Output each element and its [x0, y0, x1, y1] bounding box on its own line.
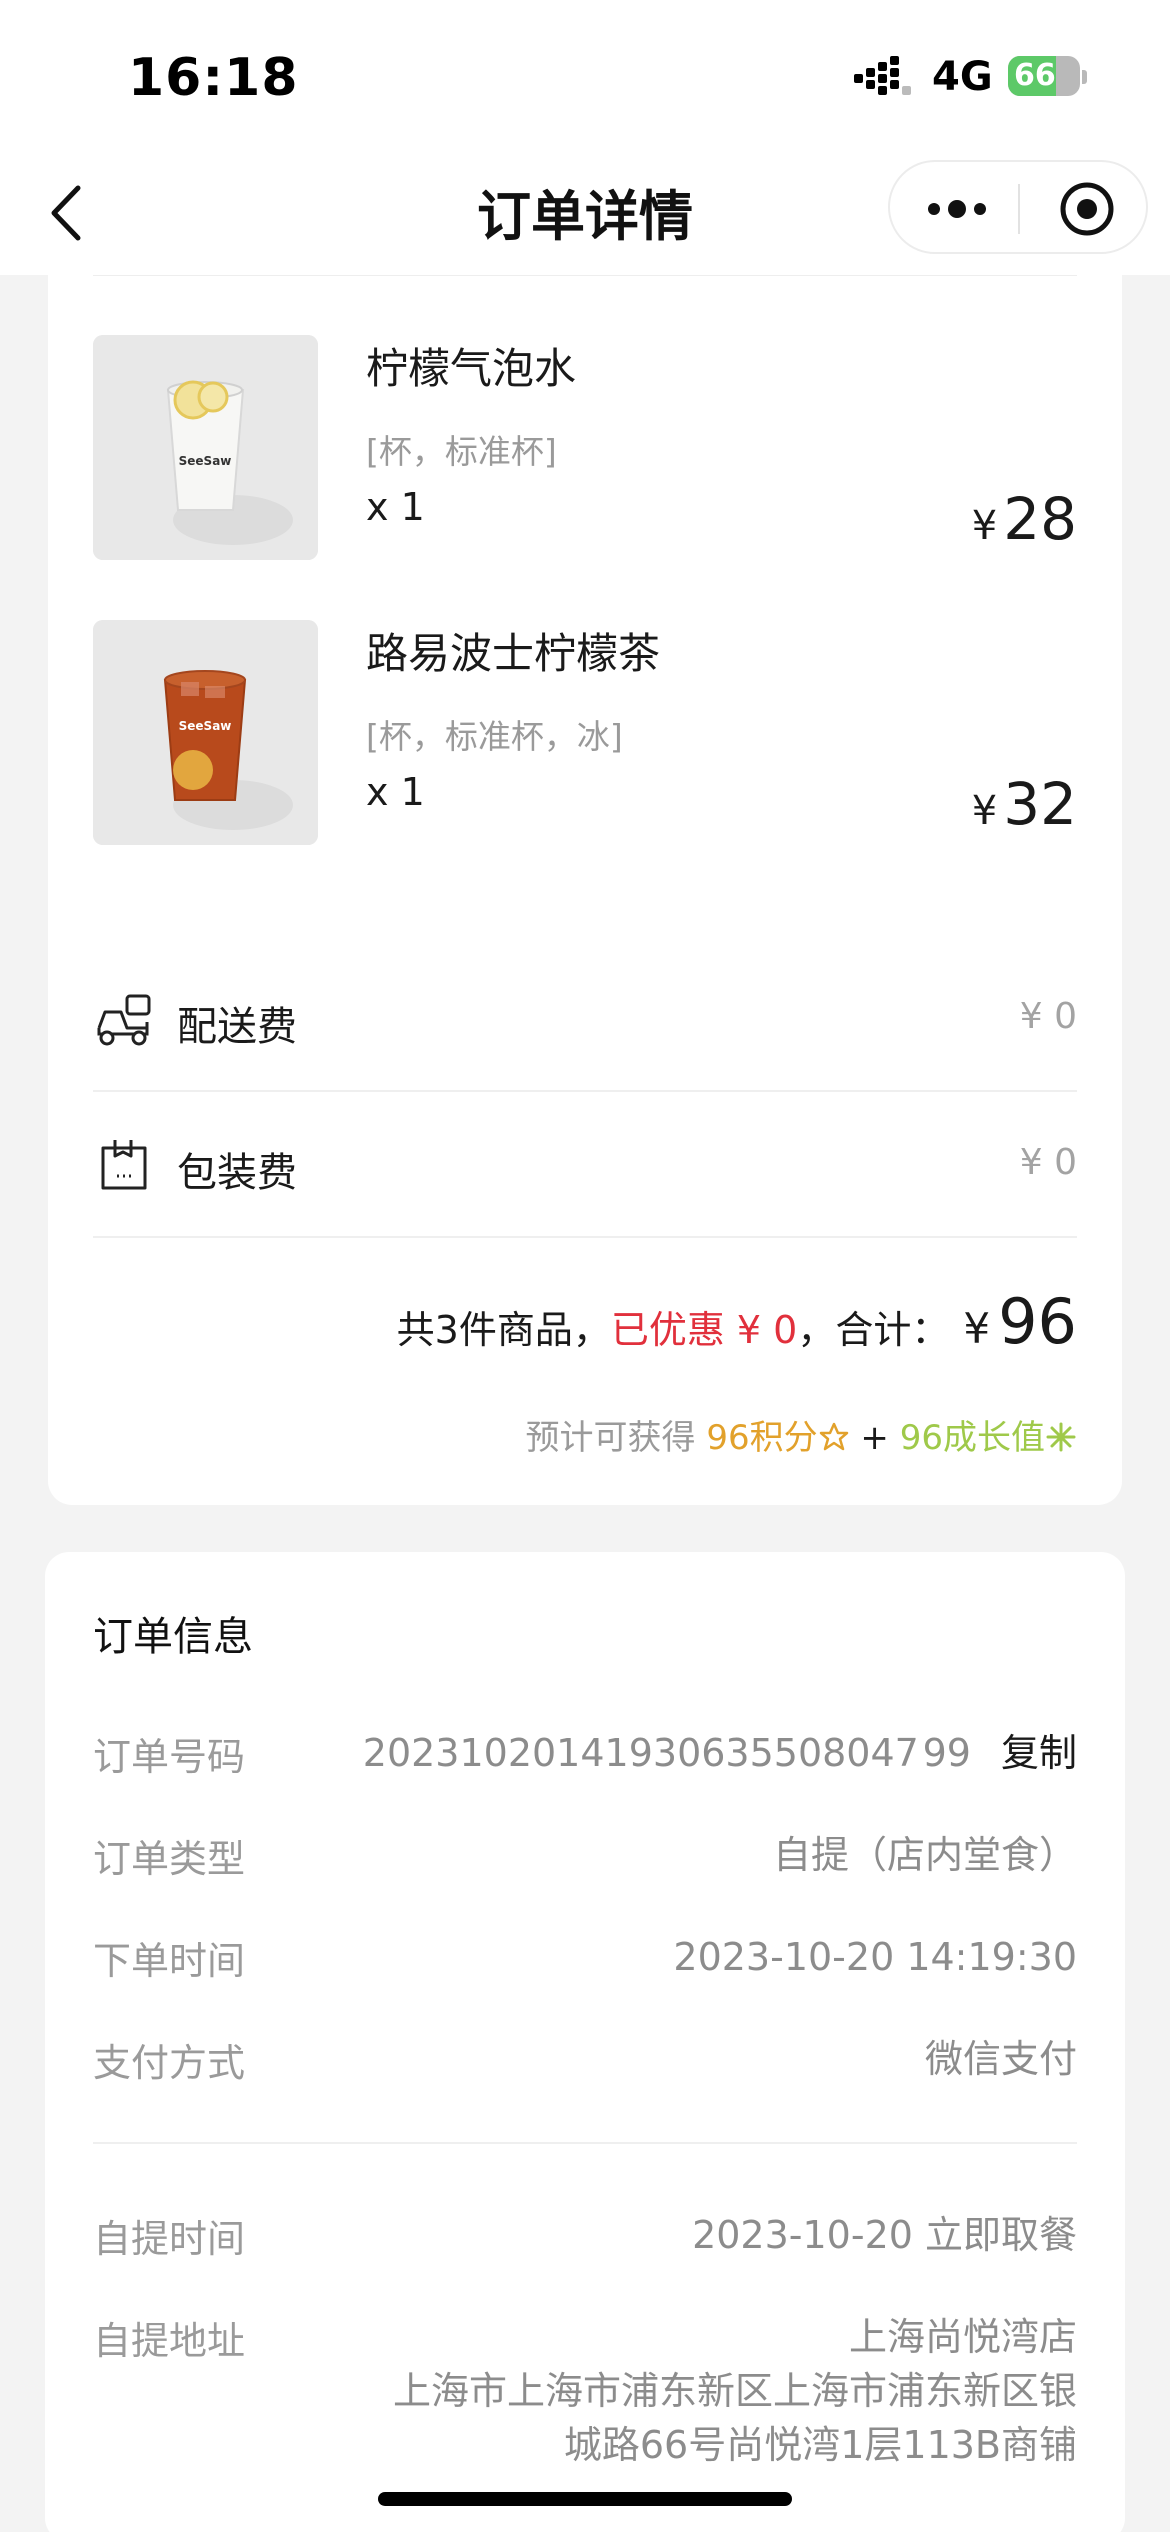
product-spec: [杯，标准杯] — [366, 432, 557, 471]
order-time-value: 2023-10-20 14:19:30 — [673, 1935, 1077, 1979]
payment-method-label: 支付方式 — [93, 2041, 246, 2085]
product-spec: [杯，标准杯，冰] — [366, 717, 623, 756]
total-currency: ¥ — [963, 1304, 991, 1353]
order-type-value: 自提（店内堂食） — [772, 1833, 1077, 1877]
cellular-signal-icon — [854, 56, 911, 95]
mini-program-capsule — [888, 160, 1148, 254]
copy-button[interactable]: 复制 — [1001, 1731, 1077, 1775]
product-price: ¥32 — [972, 770, 1077, 838]
section-title: 订单信息 — [93, 1614, 253, 1660]
battery-icon: 66 — [1008, 56, 1080, 96]
home-indicator[interactable] — [378, 2492, 792, 2506]
battery-tip — [1082, 70, 1087, 84]
status-time: 16:18 — [128, 48, 299, 108]
total-label: ，合计： — [797, 1308, 950, 1352]
order-time-row: 下单时间 2023-10-20 14:19:30 — [93, 1930, 1077, 1990]
close-target-icon[interactable] — [1058, 180, 1116, 238]
top-divider — [93, 275, 1077, 276]
growth-sparkle-icon — [1046, 1422, 1076, 1452]
packaging-fee-row: 包装费 ¥ 0 — [93, 1092, 1077, 1238]
order-total-line: 共3件商品，已优惠 ¥ 0，合计： ¥96 — [397, 1285, 1077, 1358]
pickup-address-row: 自提地址 上海尚悦湾店 上海市上海市浦东新区上海市浦东新区银 城路66号尚悦湾1… — [93, 2310, 1077, 2480]
order-number-value: 20231020141930635508047 99 复制 — [363, 1726, 1077, 1780]
product-image: SeeSaw — [93, 620, 318, 845]
price-value: 28 — [1003, 485, 1077, 553]
order-type-row: 订单类型 自提（店内堂食） — [93, 1828, 1077, 1888]
svg-text:SeeSaw: SeeSaw — [179, 454, 232, 468]
growth-value: 96成长值 — [899, 1418, 1045, 1458]
price-value: 32 — [1003, 770, 1077, 838]
discount-amount: 已优惠 ¥ 0 — [610, 1308, 798, 1352]
plus-sign: + — [849, 1418, 900, 1458]
payment-method-value: 微信支付 — [924, 2037, 1077, 2081]
order-info-card: 订单信息 订单号码 20231020141930635508047 99 复制 订… — [45, 1552, 1125, 2532]
product-name: 柠檬气泡水 — [366, 344, 577, 393]
order-items-card: SeeSaw 柠檬气泡水 [杯，标准杯] x 1 ¥28 SeeSaw 路易波士… — [48, 275, 1122, 1505]
payment-method-row: 支付方式 微信支付 — [93, 2032, 1077, 2092]
svg-text:SeeSaw: SeeSaw — [179, 719, 232, 733]
order-type-label: 订单类型 — [93, 1837, 246, 1881]
order-number: 20231020141930635508047 99 — [362, 1731, 971, 1775]
fee-label: 包装费 — [177, 1150, 297, 1196]
status-bar: 16:18 4G 66 — [0, 0, 1170, 150]
fee-value: ¥ 0 — [1019, 996, 1077, 1037]
navigation-bar: 订单详情 — [0, 150, 1170, 275]
product-price: ¥28 — [972, 485, 1077, 553]
pickup-time-row: 自提时间 2023-10-20 立即取餐 — [93, 2208, 1077, 2268]
order-time-label: 下单时间 — [93, 1939, 246, 1983]
pickup-time-label: 自提时间 — [93, 2217, 246, 2261]
fee-value: ¥ 0 — [1019, 1142, 1077, 1183]
product-quantity: x 1 — [366, 770, 425, 814]
item-count: 共3件商品， — [396, 1308, 611, 1352]
points-star-icon — [819, 1422, 848, 1451]
points-value: 96积分 — [706, 1418, 818, 1458]
currency-symbol: ¥ — [971, 503, 998, 549]
pickup-address-value: 上海尚悦湾店 上海市上海市浦东新区上海市浦东新区银 城路66号尚悦湾1层113B… — [393, 2310, 1077, 2472]
currency-symbol: ¥ — [971, 788, 998, 834]
capsule-divider — [1018, 184, 1020, 234]
product-image: SeeSaw — [93, 335, 318, 560]
total-amount: 96 — [998, 1285, 1077, 1358]
store-name: 上海尚悦湾店 — [848, 2315, 1077, 2359]
order-number-label: 订单号码 — [93, 1735, 246, 1779]
pickup-time-value: 2023-10-20 立即取餐 — [692, 2213, 1077, 2257]
order-number-row: 订单号码 20231020141930635508047 99 复制 — [93, 1726, 1077, 1786]
delivery-fee-row: 配送费 ¥ 0 — [93, 946, 1077, 1092]
product-quantity: x 1 — [366, 485, 425, 529]
network-type: 4G — [932, 54, 993, 100]
section-divider — [93, 2142, 1077, 2144]
address-line: 城路66号尚悦湾1层113B商铺 — [563, 2423, 1077, 2467]
delivery-scooter-icon — [97, 994, 151, 1046]
fee-label: 配送费 — [177, 1004, 297, 1050]
product-item[interactable]: SeeSaw 柠檬气泡水 [杯，标准杯] x 1 ¥28 — [93, 335, 1077, 565]
rewards-prefix: 预计可获得 — [525, 1418, 707, 1458]
fee-divider — [93, 1236, 1077, 1238]
product-name: 路易波士柠檬茶 — [366, 629, 661, 678]
battery-percent: 66 — [1014, 58, 1056, 93]
rewards-estimate: 预计可获得 96积分 + 96成长值 — [526, 1410, 1077, 1459]
address-line: 上海市上海市浦东新区上海市浦东新区银 — [392, 2369, 1077, 2413]
package-box-icon — [101, 1140, 147, 1190]
pickup-address-label: 自提地址 — [93, 2319, 246, 2363]
product-item[interactable]: SeeSaw 路易波士柠檬茶 [杯，标准杯，冰] x 1 ¥32 — [93, 620, 1077, 850]
more-dots-icon[interactable] — [924, 184, 990, 234]
